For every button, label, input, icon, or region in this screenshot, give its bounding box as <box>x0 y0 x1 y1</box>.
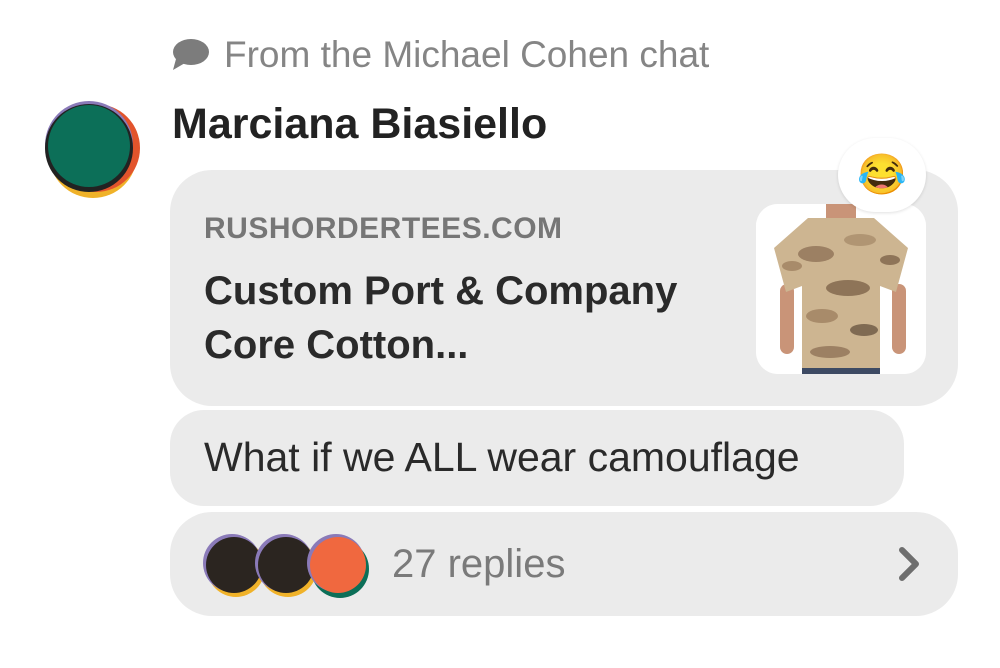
link-preview-card[interactable]: RUSHORDERTEES.COM Custom Port & Company … <box>170 170 958 406</box>
reply-avatar-3 <box>307 534 369 598</box>
link-thumbnail-image <box>756 204 926 374</box>
reply-avatars <box>203 534 369 598</box>
thread-replies-button[interactable]: 27 replies <box>170 512 958 616</box>
link-domain: RUSHORDERTEES.COM <box>204 212 563 245</box>
reaction-badge[interactable]: 😂 <box>838 138 926 212</box>
message-bubble[interactable]: What if we ALL wear camouflage <box>170 410 904 506</box>
replies-count: 27 replies <box>392 542 566 586</box>
source-chat-label: From the Michael Cohen chat <box>224 34 710 75</box>
sender-name[interactable]: Marciana Biasiello <box>172 100 547 149</box>
source-chat-row[interactable]: From the Michael Cohen chat <box>170 30 709 80</box>
speech-bubble-icon <box>173 39 209 70</box>
message-text: What if we ALL wear camouflage <box>204 434 800 480</box>
sender-avatar[interactable] <box>40 98 142 200</box>
link-title: Custom Port & Company Core Cotton... <box>204 269 678 367</box>
chevron-right-icon <box>899 547 919 581</box>
laughing-emoji-icon: 😂 <box>857 153 907 197</box>
